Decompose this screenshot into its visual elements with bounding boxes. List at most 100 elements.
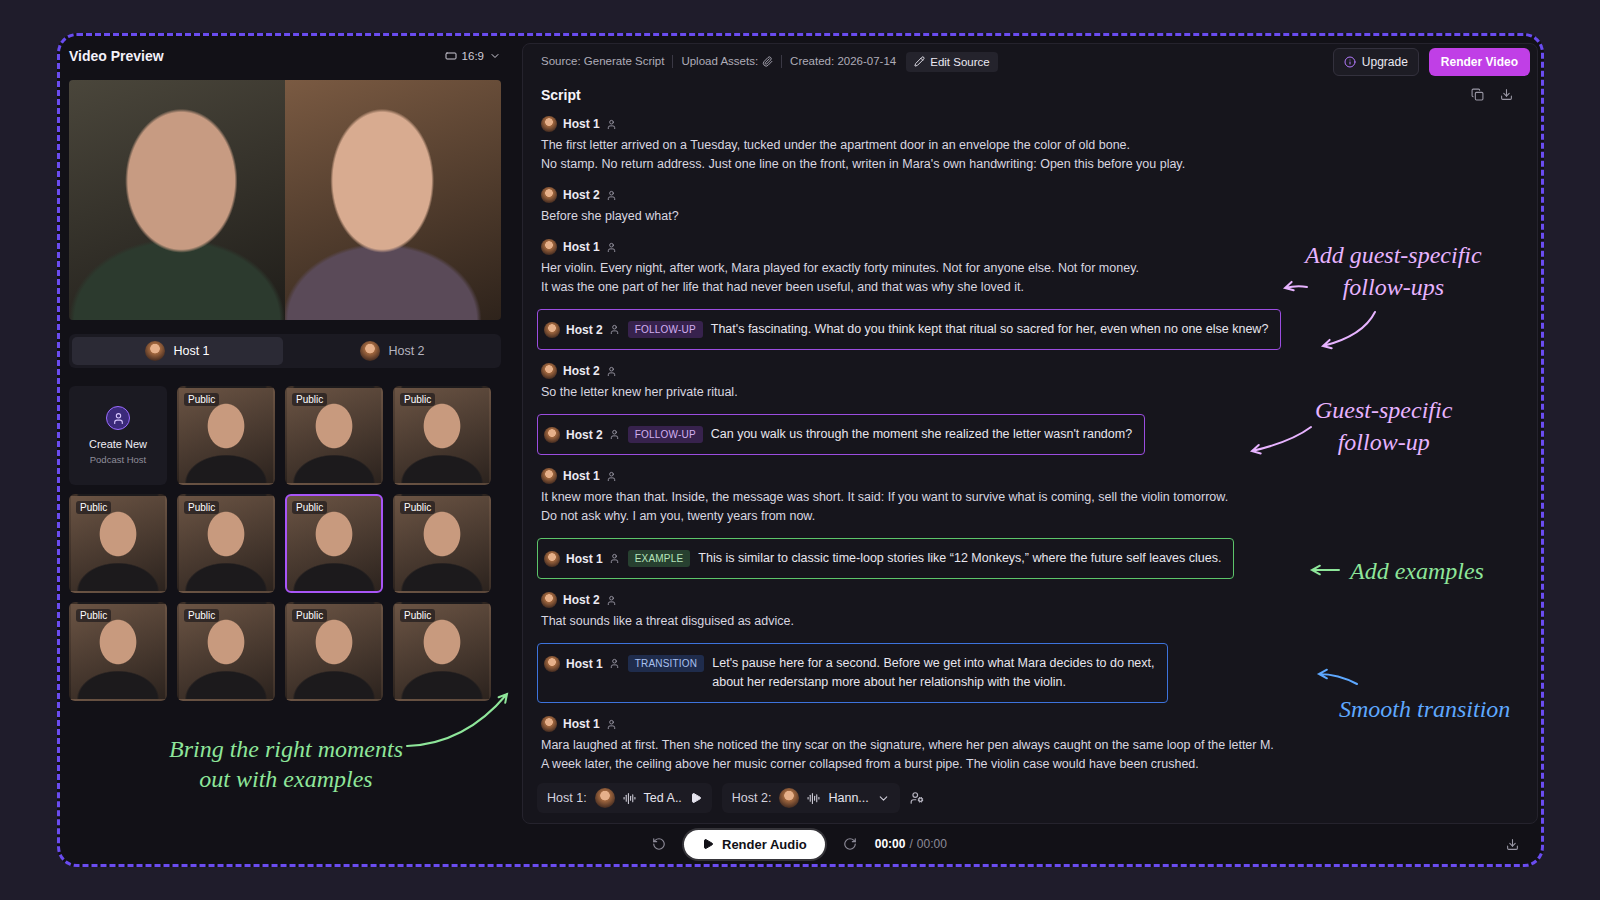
user-icon	[112, 412, 125, 425]
edit-source-button[interactable]: Edit Source	[906, 52, 997, 72]
annotation-arrows	[523, 44, 1537, 823]
attachment-icon	[762, 56, 773, 67]
host-tab[interactable]: Host 1	[72, 337, 283, 365]
script-list: Host 1The first letter arrived on a Tues…	[523, 105, 1537, 777]
host-avatar	[541, 239, 557, 255]
user-icon	[606, 119, 617, 130]
undo-button[interactable]	[652, 837, 666, 851]
annotation: Add guest-specificfollow-ups	[1305, 239, 1482, 303]
voice-selector[interactable]: Host 2:Hann...	[722, 783, 900, 813]
play-voice-button[interactable]	[690, 792, 702, 804]
toolbar: Source: Generate ScriptUpload Assets:Cre…	[523, 44, 1537, 78]
script-entry[interactable]: Host 2So the letter knew her private rit…	[541, 362, 1331, 402]
host-card[interactable]: Public	[69, 602, 167, 701]
public-badge: Public	[76, 501, 111, 514]
entry-text: Can you walk us through the moment she r…	[711, 425, 1132, 444]
user-icon	[609, 553, 620, 564]
voice-settings-button[interactable]	[910, 791, 924, 805]
highlight-entry[interactable]: Host 1TRANSITIONLet's pause here for a s…	[537, 643, 1168, 703]
host-card[interactable]: Public	[177, 386, 275, 485]
host-card[interactable]: Public	[393, 386, 491, 485]
script-line: A week later, the ceiling above her musi…	[541, 755, 1331, 774]
script-line: Do not ask why. I am you, twenty years f…	[541, 507, 1331, 526]
host-avatar	[544, 551, 560, 567]
annotation: Add examples	[1350, 555, 1484, 587]
public-badge: Public	[76, 609, 111, 622]
host-card[interactable]: Public	[177, 602, 275, 701]
entry-tag: FOLLOW-UP	[628, 426, 703, 443]
user-icon	[606, 471, 617, 482]
host-card[interactable]: Public	[285, 602, 383, 701]
render-audio-button[interactable]: Render Audio	[684, 830, 825, 859]
annotation-text: Bring the right momentsout with examples	[169, 734, 403, 794]
public-badge: Public	[292, 501, 327, 514]
redo-icon	[843, 837, 857, 851]
script-entry[interactable]: Host 1It knew more than that. Inside, th…	[541, 467, 1331, 526]
user-icon	[609, 429, 620, 440]
speaker-name: Host 2	[566, 428, 603, 442]
play-icon	[690, 792, 702, 804]
host-tabs: Host 1Host 2	[69, 334, 501, 368]
host-avatar	[541, 468, 557, 484]
voice-dropdown-button[interactable]	[877, 792, 890, 805]
upgrade-button[interactable]: Upgrade	[1333, 48, 1419, 76]
user-icon	[606, 242, 617, 253]
script-header: Script	[523, 78, 1537, 105]
aspect-ratio-select[interactable]: 16:9	[445, 50, 501, 62]
meta-item: Upload Assets:	[672, 55, 773, 68]
speaker-name: Host 2	[563, 593, 600, 607]
create-host-card[interactable]: Create NewPodcast Host	[69, 386, 167, 485]
host-card[interactable]: Public	[69, 494, 167, 593]
host-avatar	[360, 341, 380, 361]
script-entry[interactable]: Host 1Mara laughed at first. Then she no…	[541, 715, 1331, 774]
public-badge: Public	[184, 501, 219, 514]
host-avatar	[544, 427, 560, 443]
annotation: Guest-specificfollow-up	[1315, 394, 1452, 458]
script-line: Before she played what?	[541, 207, 1331, 226]
highlight-entry[interactable]: Host 2FOLLOW-UPThat's fascinating. What …	[537, 309, 1281, 350]
info-icon	[1344, 56, 1356, 68]
script-entry[interactable]: Host 2Before she played what?	[541, 186, 1331, 226]
script-title: Script	[541, 87, 581, 103]
entry-tag: TRANSITION	[628, 655, 705, 672]
chevron-down-icon	[489, 50, 501, 62]
user-icon	[606, 366, 617, 377]
download-audio-button[interactable]	[1506, 838, 1519, 851]
script-line: It was the one part of her life that had…	[541, 278, 1331, 297]
download-button[interactable]	[1500, 88, 1513, 101]
host-card[interactable]: Public	[285, 494, 383, 593]
highlight-entry[interactable]: Host 2 FOLLOW-UP Can you walk us through t…	[537, 414, 1145, 455]
script-line: Mara laughed at first. Then she noticed …	[541, 736, 1331, 755]
pencil-icon	[914, 56, 925, 67]
host-tab[interactable]: Host 2	[287, 337, 498, 365]
voice-bar: Host 1:Ted A.. Host 2:Hann...	[523, 777, 1537, 823]
script-entry[interactable]: Host 1Her violin. Every night, after wor…	[541, 238, 1331, 297]
host-card[interactable]: Public	[393, 494, 491, 593]
entry-tag: EXAMPLE	[628, 550, 691, 567]
host-card[interactable]: Public	[393, 602, 491, 701]
entry-tag: FOLLOW-UP	[628, 321, 703, 338]
page: Video Preview16:9Host 1Host 2Create NewP…	[0, 0, 1600, 900]
annotation: Smooth transition	[1339, 693, 1510, 725]
arrow-icon	[1252, 427, 1311, 453]
public-badge: Public	[184, 609, 219, 622]
copy-button[interactable]	[1471, 88, 1484, 101]
script-entry[interactable]: Host 1The first letter arrived on a Tues…	[541, 115, 1331, 174]
host-avatar	[595, 788, 615, 808]
video-preview-panel: Video Preview16:9Host 1Host 2Create NewP…	[60, 36, 522, 824]
host-card[interactable]: Public	[285, 386, 383, 485]
public-badge: Public	[292, 609, 327, 622]
video-preview	[69, 80, 501, 320]
script-line: Her violin. Every night, after work, Mar…	[541, 259, 1331, 278]
redo-button[interactable]	[843, 837, 857, 851]
script-entry[interactable]: Host 2That sounds like a threat disguise…	[541, 591, 1331, 631]
copy-icon	[1471, 88, 1484, 101]
highlight-entry[interactable]: Host 1EXAMPLEThis is similar to classic …	[537, 538, 1234, 579]
voice-selector[interactable]: Host 1:Ted A..	[537, 783, 712, 813]
script-line: No stamp. No return address. Just one li…	[541, 155, 1331, 174]
user-icon	[609, 658, 620, 669]
speaker-name: Host 1	[563, 469, 600, 483]
render-video-button[interactable]: Render Video	[1429, 48, 1530, 76]
arrow-icon	[1323, 312, 1375, 348]
host-card[interactable]: Public	[177, 494, 275, 593]
